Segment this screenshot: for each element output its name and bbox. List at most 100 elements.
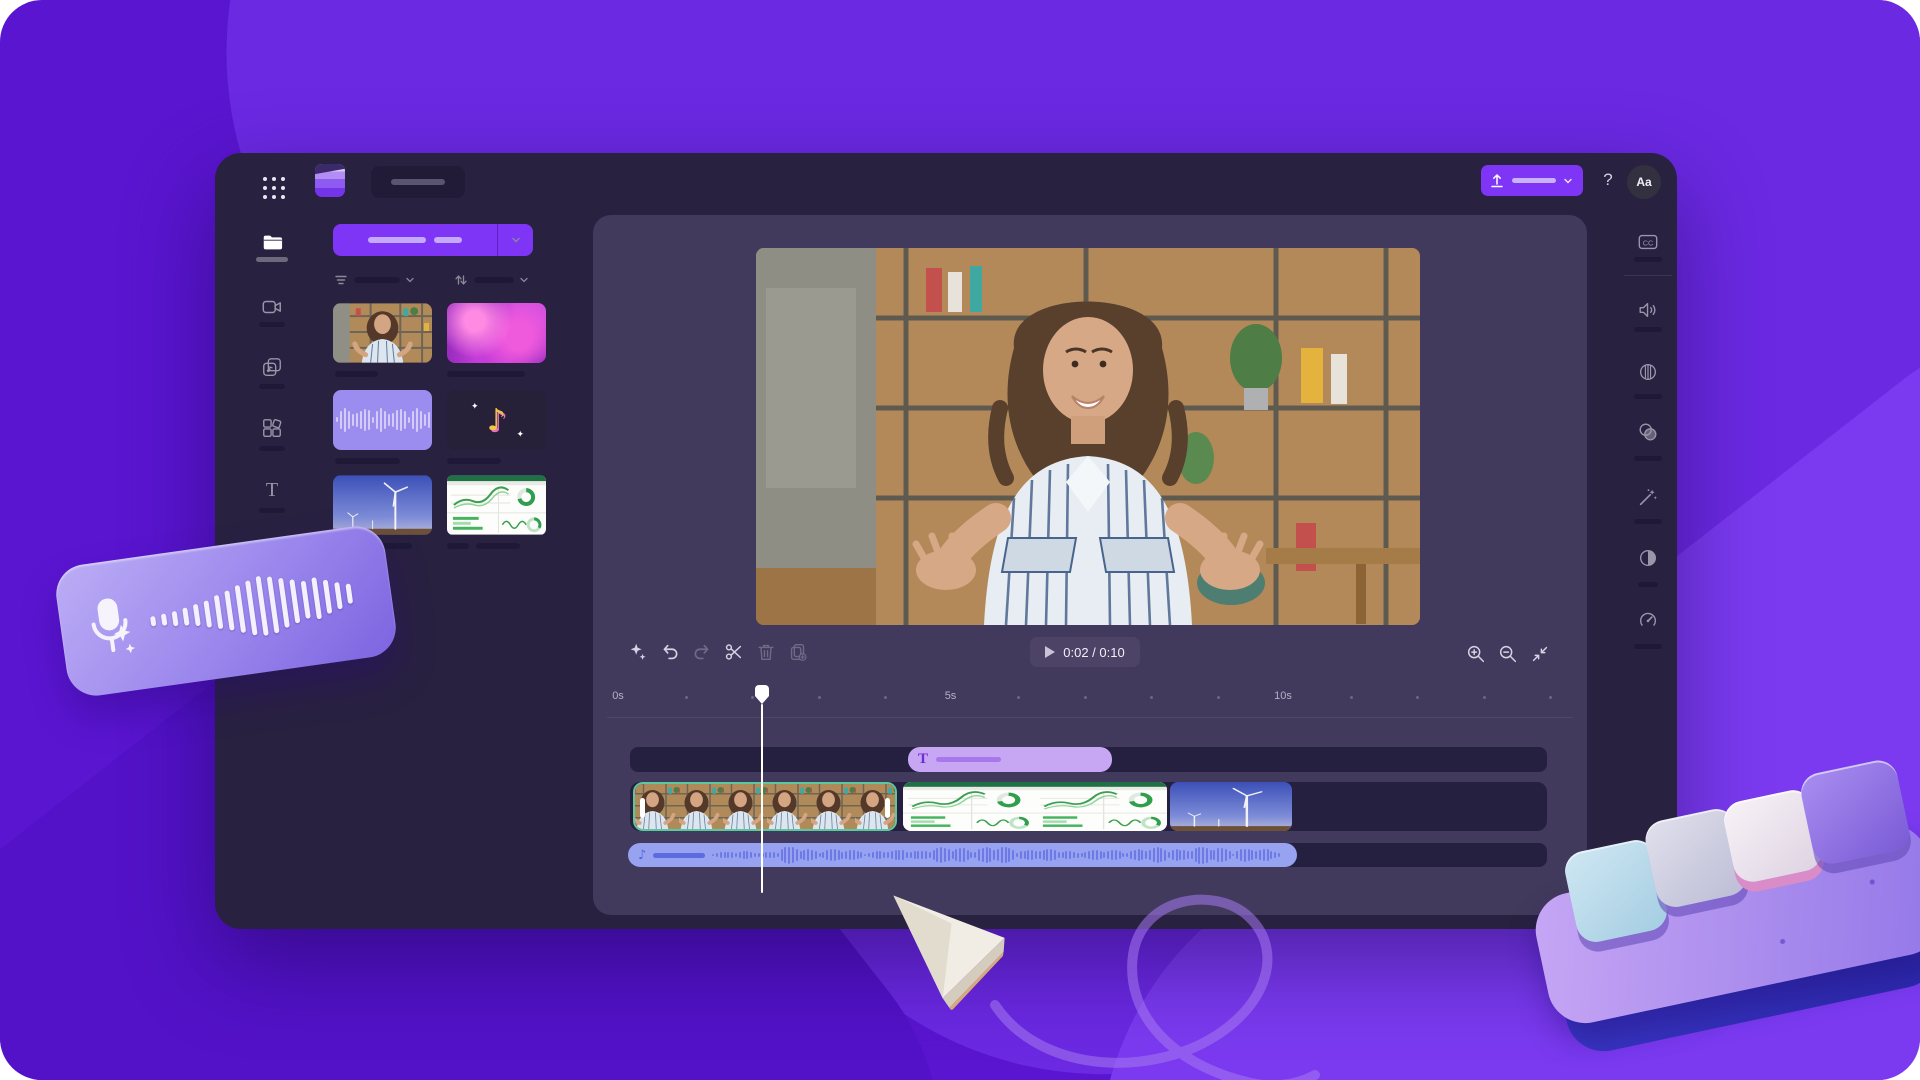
ruler-tick (1483, 696, 1486, 699)
music-note-icon: ♪ (487, 403, 506, 438)
ruler-tick (1150, 696, 1153, 699)
media-tile-talking-woman[interactable] (333, 303, 432, 363)
sidebar-item-enhance[interactable] (1637, 486, 1659, 508)
wave-bar (1221, 848, 1223, 862)
media-tile-music-note[interactable]: ♪ ✦ ✦ (447, 390, 546, 450)
waveform-graphic (336, 408, 430, 433)
help-button[interactable]: ? (1595, 167, 1621, 193)
wave-bar (963, 848, 965, 862)
media-tile-wind-turbines[interactable] (333, 475, 432, 535)
ruler-label: 5s (945, 690, 957, 702)
app-launcher-icon[interactable] (261, 175, 287, 201)
sidebar-item-record-create[interactable] (261, 296, 283, 318)
wave-bar (868, 853, 870, 857)
wave-bar (754, 853, 756, 857)
zoom-in-icon (1465, 643, 1487, 665)
sidebar-item-your-media[interactable] (261, 231, 283, 253)
wave-bar (914, 851, 916, 859)
ruler-tick (818, 696, 821, 699)
sort-control[interactable] (453, 272, 529, 288)
sort-icon (453, 272, 469, 288)
media-tile-green-charts[interactable] (447, 475, 546, 535)
sidebar-item-audio[interactable] (1637, 299, 1659, 321)
wave-bar (1001, 847, 1003, 863)
timeline-zoom-out-button[interactable] (1497, 643, 1519, 665)
export-button[interactable] (1481, 165, 1583, 196)
delete-button[interactable] (755, 641, 777, 663)
project-title-field[interactable] (371, 166, 465, 198)
wave-bar (993, 850, 995, 860)
trim-handle-right[interactable] (885, 798, 890, 818)
video-preview[interactable] (756, 248, 1420, 625)
wave-bar (364, 409, 366, 432)
media-tile-purple-waveform[interactable] (333, 390, 432, 450)
wave-bar (1054, 850, 1056, 860)
undo-button[interactable] (659, 641, 681, 663)
sidebar-item-text[interactable]: T (261, 479, 283, 501)
placeholder-bar (259, 322, 285, 327)
split-button[interactable] (723, 641, 745, 663)
sidebar-item-content-library[interactable] (261, 356, 283, 378)
placeholder-bar (259, 508, 285, 513)
filter-control[interactable] (333, 272, 415, 288)
text-clip[interactable]: T (908, 747, 1112, 772)
sidebar-item-filters[interactable] (1637, 361, 1659, 383)
media-tile-pink-abstract[interactable] (447, 303, 546, 363)
fit-to-screen-button[interactable] (1529, 643, 1551, 665)
video-clip-green-charts[interactable] (903, 782, 1167, 831)
wave-bar (879, 851, 881, 859)
add-media-button-label (333, 224, 497, 256)
wave-bar (967, 850, 969, 861)
placeholder-bar (368, 237, 426, 243)
wave-bar (416, 408, 418, 433)
effects-button[interactable] (627, 641, 649, 663)
sparkle-icon: ✦ (471, 402, 479, 412)
wave-bar (807, 849, 809, 861)
playback-control[interactable]: 0:02 / 0:10 (1030, 637, 1140, 667)
avatar[interactable]: Aa (1627, 165, 1661, 199)
wave-bar (902, 850, 904, 859)
video-clip-talking-woman[interactable] (633, 782, 897, 831)
wave-bar (1244, 849, 1246, 862)
wave-bar (372, 417, 374, 422)
wave-bar (224, 590, 235, 630)
sidebar-item-effects[interactable] (1637, 421, 1659, 443)
wave-bar (1164, 850, 1166, 861)
add-media-dropdown[interactable] (497, 224, 533, 256)
wave-bar (360, 411, 362, 430)
wave-bar (1176, 849, 1178, 860)
wave-bar (788, 847, 790, 864)
redo-button[interactable] (691, 641, 713, 663)
wave-bar (1081, 853, 1083, 856)
wave-bar (404, 411, 406, 430)
video-clip-wind-turbines[interactable] (1170, 782, 1292, 831)
wave-bar (895, 850, 897, 861)
chevron-down-icon (405, 275, 415, 285)
wave-bar (948, 849, 950, 861)
sidebar-item-captions[interactable]: CC (1637, 231, 1659, 253)
wave-bar (311, 577, 322, 619)
wave-bar (1183, 850, 1185, 861)
video-editor-window: ? Aa T (215, 153, 1677, 929)
trim-handle-left[interactable] (640, 798, 645, 818)
ruler-label: 10s (1274, 690, 1292, 702)
wave-bar (724, 852, 726, 859)
wave-bar (917, 851, 919, 860)
audio-clip-music[interactable]: ♪ (628, 843, 1297, 867)
sidebar-item-adjust-colors[interactable] (1637, 547, 1659, 569)
add-media-button[interactable] (333, 224, 533, 256)
wave-bar (301, 581, 311, 619)
wave-bar (936, 848, 938, 861)
timeline-zoom-in-button[interactable] (1465, 643, 1487, 665)
duplicate-button[interactable] (787, 641, 809, 663)
sidebar-item-speed[interactable] (1637, 609, 1659, 631)
wave-bar (933, 850, 935, 859)
wave-bar (845, 851, 847, 859)
scissors-icon (723, 641, 745, 663)
wave-bar (1084, 852, 1086, 858)
zoom-out-icon (1497, 643, 1519, 665)
wave-bar (352, 414, 354, 426)
wave-bar (1126, 853, 1128, 857)
sidebar-item-templates[interactable] (261, 417, 283, 439)
wave-bar (235, 585, 247, 633)
